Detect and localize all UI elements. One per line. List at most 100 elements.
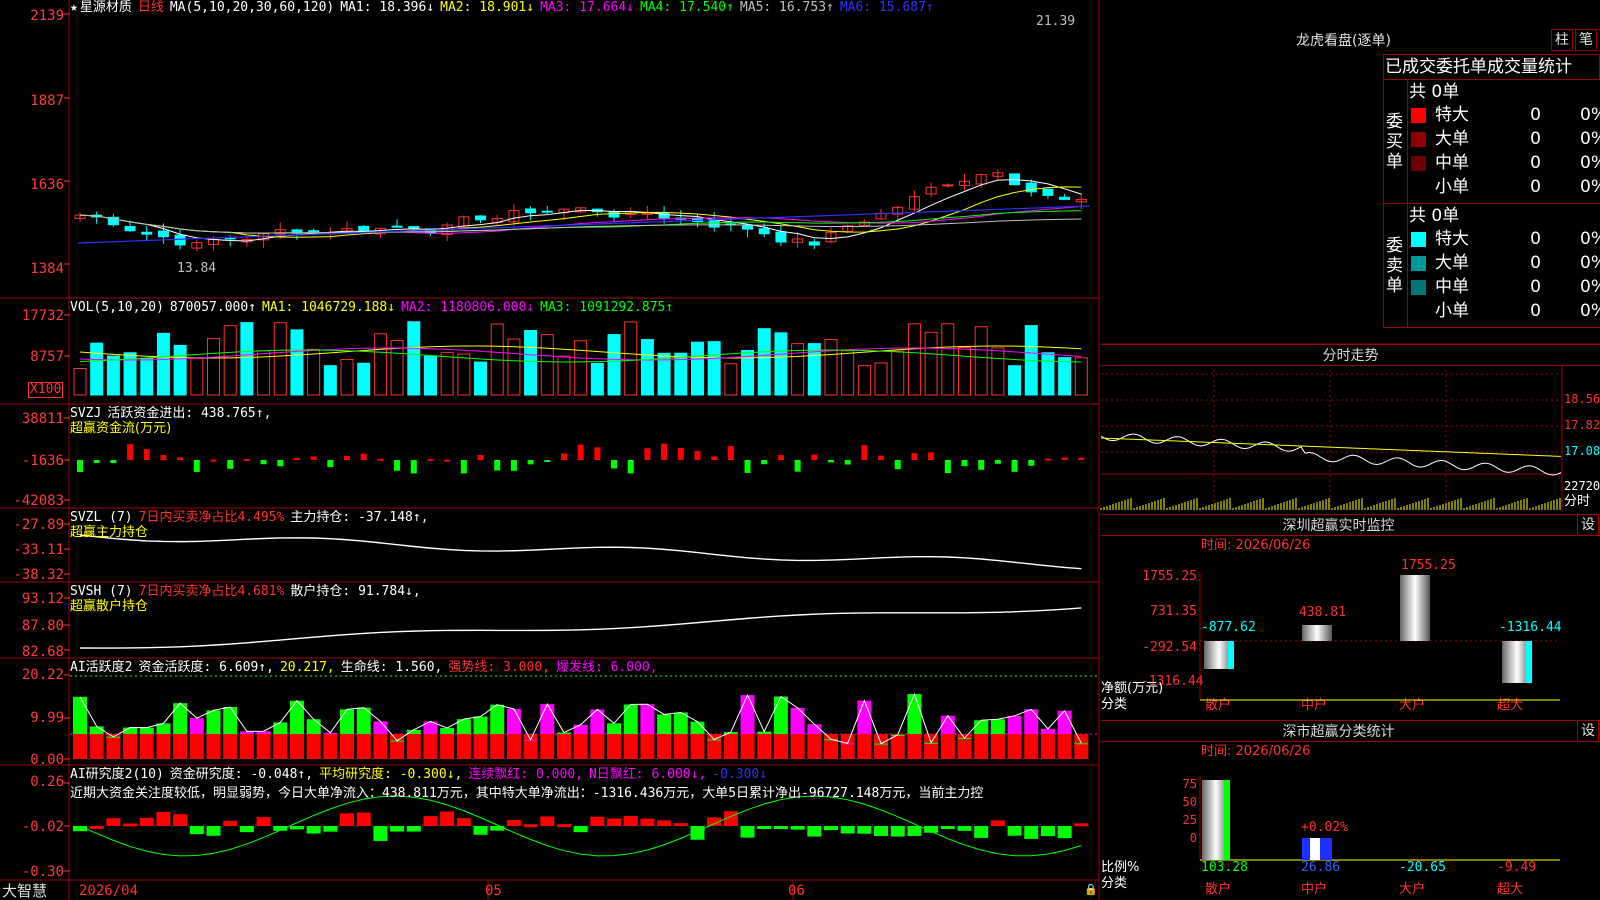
buy-row-p-2: 0% — [1580, 129, 1600, 149]
activity-base — [690, 734, 705, 759]
activity-base — [273, 734, 288, 759]
svzl-label: SVZL (7) — [70, 510, 133, 525]
svzj-bar — [1028, 460, 1035, 466]
volume-bar — [690, 341, 704, 396]
lock-icon[interactable]: 🔒 — [1084, 882, 1098, 898]
candle-body — [157, 230, 169, 238]
market-label-super: 超大 — [1497, 882, 1524, 897]
research-bar — [506, 819, 521, 826]
activity-bar — [506, 708, 521, 734]
tab-filled[interactable]: 已成交 — [1384, 57, 1436, 77]
ma-value-2: MA2: 18.901↓ — [440, 0, 535, 15]
tab-orders[interactable]: 委托单 — [1436, 57, 1487, 77]
activity-base — [874, 734, 889, 759]
research-bar — [173, 814, 188, 826]
svzj-bar — [827, 460, 834, 463]
activity-bar — [1007, 715, 1022, 734]
ai-research-label: AI研究度2(10) — [70, 767, 164, 782]
ma-header: ★ 星源材质 日线 MA(5,10,20,30,60,120) MA1: 18.396↓… — [70, 0, 946, 16]
svsh-axis-1: 93.12 — [21, 591, 64, 607]
sell-row-v-4: 0 — [1530, 301, 1541, 321]
svzj-bar — [143, 449, 150, 460]
bar-view-button[interactable]: 柱 — [1551, 29, 1573, 51]
activity-bars — [73, 694, 1089, 759]
svzj-bar — [661, 443, 668, 460]
svzj-bar — [227, 460, 234, 469]
activity-bar — [857, 700, 872, 734]
svzl-subtitle: 超赢主力持仓 — [70, 525, 149, 540]
svzj-bar — [394, 460, 401, 471]
activity-base — [807, 734, 822, 759]
activity-bar — [790, 707, 805, 734]
intraday-panel[interactable]: 分时走势 18.56 17.82 17.08 22720 分时 — [1101, 344, 1600, 514]
ma-value-4: MA4: 17.540↑ — [640, 0, 734, 15]
svzj-bar — [327, 460, 334, 468]
research-bar — [256, 817, 271, 826]
dragon-tiger-panel: 龙虎看盘(逐单) 柱 笔 已成交委托单成交量统计 委买单 委卖单 共 0单 共 … — [1101, 0, 1600, 344]
volume-bar — [340, 358, 354, 396]
activity-base — [673, 734, 688, 759]
research-bar — [323, 826, 338, 832]
svsh-header: SVSH (7) 7日内买卖净占比4.681% 散户持仓: 91.784↓, — [70, 584, 427, 600]
ai-research-axis-2: -0.02 — [21, 819, 64, 835]
tick-view-button[interactable]: 笔 — [1575, 29, 1597, 51]
market-cat: 分类 — [1101, 876, 1128, 891]
tab-volume-stats[interactable]: 成交量统计 — [1487, 57, 1572, 77]
sz-market-panel: 深市超赢分类统计 设 时间: 2026/06/26 75 50 25 0 +0.… — [1101, 720, 1600, 900]
research-bar — [657, 820, 672, 826]
volume-bar — [90, 342, 104, 396]
activity-bar — [773, 696, 788, 734]
research-bar — [673, 823, 688, 827]
market-settings-button[interactable]: 设 — [1577, 720, 1599, 742]
research-bar — [573, 826, 588, 833]
research-bar — [356, 812, 371, 826]
candle-body — [1059, 196, 1071, 200]
buy-row-name-4: 小单 — [1435, 177, 1469, 197]
low-price-mark: 13.84 — [177, 261, 217, 276]
activity-bar — [1040, 728, 1055, 734]
activity-base — [373, 734, 388, 759]
volume-bar — [640, 339, 654, 396]
research-bar — [123, 823, 138, 827]
monitor-axis-2: 731.35 — [1150, 604, 1197, 619]
svzj-bar — [344, 455, 351, 460]
ai-activity-value-1: 资金活跃度: 6.609↑, — [138, 660, 274, 675]
activity-base — [907, 734, 922, 759]
monitor-unit: 净额(万元) — [1101, 681, 1164, 696]
svzj-bar — [494, 460, 501, 471]
market-label-retail: 散户 — [1205, 882, 1232, 897]
svzj-bar — [878, 455, 885, 460]
volume-bar — [607, 334, 621, 396]
svzj-bar — [1061, 457, 1068, 460]
svzj-bar — [110, 460, 117, 464]
activity-base — [556, 734, 571, 759]
activity-base — [1057, 734, 1072, 759]
svsh-label: SVSH (7) — [70, 584, 133, 599]
activity-base — [573, 734, 588, 759]
activity-base — [173, 734, 188, 759]
research-bar — [306, 826, 321, 834]
market-val-medium: 26.86 — [1301, 860, 1341, 875]
research-bar — [206, 826, 221, 836]
monitor-val-large: 1755.25 — [1401, 558, 1456, 573]
research-bar — [406, 826, 421, 832]
activity-base — [607, 734, 622, 759]
sell-row-name-2: 大单 — [1435, 253, 1469, 273]
ai-activity-axis-1: 20.22 — [21, 667, 64, 683]
vol-unit-button[interactable]: X100 — [28, 382, 64, 398]
ai-activity-label: AI活跃度2 — [70, 660, 133, 675]
svzl-axis-1: -27.89 — [13, 517, 64, 533]
svzj-bar — [243, 459, 250, 462]
volume-bar — [106, 355, 120, 396]
volume-bar — [874, 362, 888, 396]
svzl-axis-3: -38.32 — [13, 567, 64, 583]
sell-total: 共 0单 — [1409, 206, 1460, 226]
monitor-settings-button[interactable]: 设 — [1577, 514, 1599, 536]
activity-bar — [189, 718, 204, 734]
sell-row-name-4: 小单 — [1435, 301, 1469, 321]
buy-row-p-1: 0% — [1580, 105, 1600, 125]
svzj-bar — [560, 453, 567, 460]
volume-bar — [1041, 352, 1055, 396]
monitor-cat: 分类 — [1101, 697, 1128, 712]
kline-chart-area[interactable] — [0, 0, 1100, 900]
